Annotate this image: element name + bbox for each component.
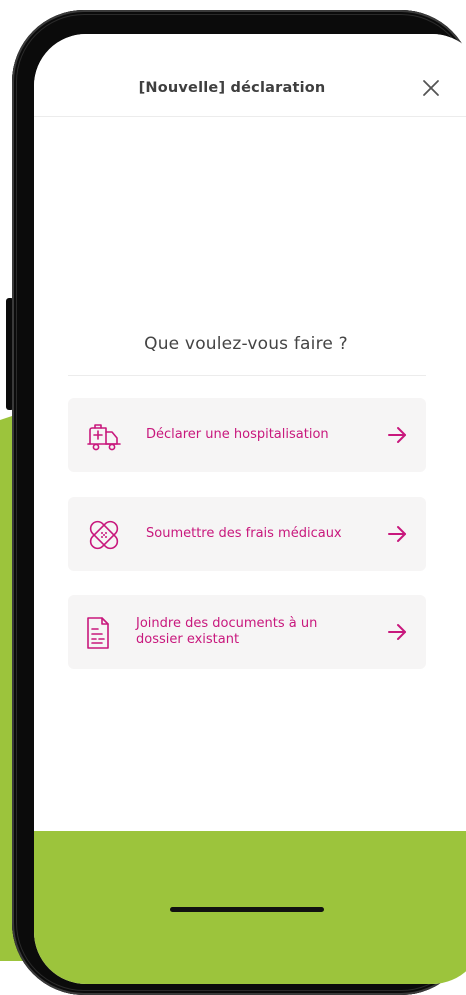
arrow-right-icon	[388, 427, 406, 443]
home-indicator[interactable]	[170, 907, 324, 912]
option-declare-hospitalisation[interactable]: Déclarer une hospitalisation	[68, 398, 426, 472]
divider	[68, 375, 426, 376]
option-label: Joindre des documents à un dossier exist…	[136, 616, 318, 647]
close-icon[interactable]	[420, 77, 442, 99]
arrow-right-icon	[388, 624, 406, 640]
header: [Nouvelle] déclaration	[34, 34, 466, 117]
page-title: [Nouvelle] déclaration	[138, 80, 326, 96]
arrow-right-icon	[388, 526, 406, 542]
app-screen: [Nouvelle] déclaration Que voulez-vous f…	[34, 34, 466, 984]
ambulance-icon	[87, 424, 121, 451]
document-icon	[87, 617, 109, 649]
question-heading: Que voulez-vous faire ?	[144, 334, 348, 354]
option-attach-documents[interactable]: Joindre des documents à un dossier exist…	[68, 595, 426, 669]
option-submit-medical-fees[interactable]: Soumettre des frais médicaux	[68, 497, 426, 571]
option-label: Déclarer une hospitalisation	[146, 427, 329, 442]
bandage-icon	[89, 520, 119, 550]
option-label: Soumettre des frais médicaux	[146, 526, 342, 541]
